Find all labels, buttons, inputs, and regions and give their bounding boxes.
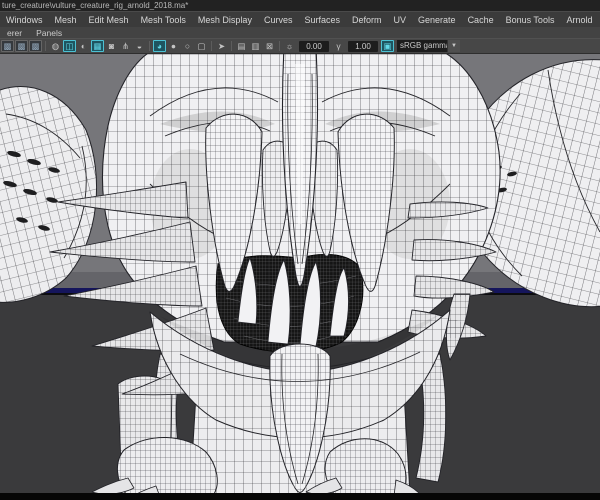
viewport-toolbar: ▩ ▩ ▩ ◍ ◫ ◐ ▦ ◙ ⋔ ◒ ◕ ● ○ ▢ ➤ ▤ ▥ ⊠ ☼ 0.…: [0, 38, 600, 53]
menu-mesh[interactable]: Mesh: [49, 15, 83, 25]
menu-edit-mesh[interactable]: Edit Mesh: [83, 15, 135, 25]
screen-space-ao-icon[interactable]: ○: [181, 40, 194, 52]
menu-bonus-tools[interactable]: Bonus Tools: [500, 15, 561, 25]
select-camera-icon[interactable]: ▩: [1, 40, 14, 52]
panel-menu-bar: erer Panels: [0, 27, 600, 38]
use-all-lights-icon[interactable]: ◕: [153, 40, 166, 52]
chevron-down-icon: ▼: [447, 40, 460, 52]
menu-curves[interactable]: Curves: [258, 15, 299, 25]
film-gate-icon[interactable]: ◐: [77, 40, 90, 52]
cursor-icon[interactable]: ➤: [215, 40, 228, 52]
main-menu-bar: Windows Mesh Edit Mesh Mesh Tools Mesh D…: [0, 11, 600, 27]
camera-label: front: [293, 483, 307, 490]
safe-action-icon[interactable]: ◒: [133, 40, 146, 52]
frame-x-icon[interactable]: ⊠: [263, 40, 276, 52]
menu-generate[interactable]: Generate: [412, 15, 462, 25]
exposure-field[interactable]: 0.00: [299, 40, 329, 52]
field-chart-icon[interactable]: ⋔: [119, 40, 132, 52]
view-transform-value: sRGB gamma: [397, 40, 447, 52]
panel-menu-panels[interactable]: Panels: [29, 28, 69, 38]
title-bar: ture_creature\vulture_creature_rig_arnol…: [0, 0, 600, 11]
toolbar-separator: [279, 41, 280, 51]
shadows-icon[interactable]: ●: [167, 40, 180, 52]
toolbar-separator: [211, 41, 212, 51]
grid-icon[interactable]: ◫: [63, 40, 76, 52]
panel-menu-renderer[interactable]: erer: [0, 28, 29, 38]
stacked-frames-icon[interactable]: ▤: [235, 40, 248, 52]
grease-pencil-icon[interactable]: ◍: [49, 40, 62, 52]
menu-deform[interactable]: Deform: [346, 15, 388, 25]
lock-camera-icon[interactable]: ▩: [15, 40, 28, 52]
toolbar-separator: [45, 41, 46, 51]
menu-arnold[interactable]: Arnold: [560, 15, 598, 25]
menu-windows[interactable]: Windows: [0, 15, 49, 25]
menu-uv[interactable]: UV: [388, 15, 413, 25]
bottom-bar: [0, 492, 600, 500]
gamma-icon[interactable]: γ: [332, 40, 345, 52]
gamma-field[interactable]: 1.00: [348, 40, 378, 52]
menu-cache[interactable]: Cache: [462, 15, 500, 25]
gate-mask-icon[interactable]: ◙: [105, 40, 118, 52]
motion-blur-icon[interactable]: ▢: [195, 40, 208, 52]
toolbar-separator: [231, 41, 232, 51]
overlay-frames-icon[interactable]: ▥: [249, 40, 262, 52]
viewport-canvas[interactable]: front: [0, 47, 600, 498]
maya-window: ture_creature\vulture_creature_rig_arnol…: [0, 0, 600, 500]
exposure-icon[interactable]: ☼: [283, 40, 296, 52]
view-transform-select[interactable]: sRGB gamma ▼: [397, 40, 460, 52]
menu-mesh-display[interactable]: Mesh Display: [192, 15, 258, 25]
camera-attributes-icon[interactable]: ▩: [29, 40, 42, 52]
resolution-gate-icon[interactable]: ▦: [91, 40, 104, 52]
color-management-icon[interactable]: ▣: [381, 40, 394, 52]
document-path: ture_creature\vulture_creature_rig_arnol…: [2, 1, 189, 10]
toolbar-separator: [149, 41, 150, 51]
viewport-panel[interactable]: front: [0, 47, 600, 498]
menu-surfaces[interactable]: Surfaces: [298, 15, 346, 25]
menu-mesh-tools[interactable]: Mesh Tools: [135, 15, 192, 25]
